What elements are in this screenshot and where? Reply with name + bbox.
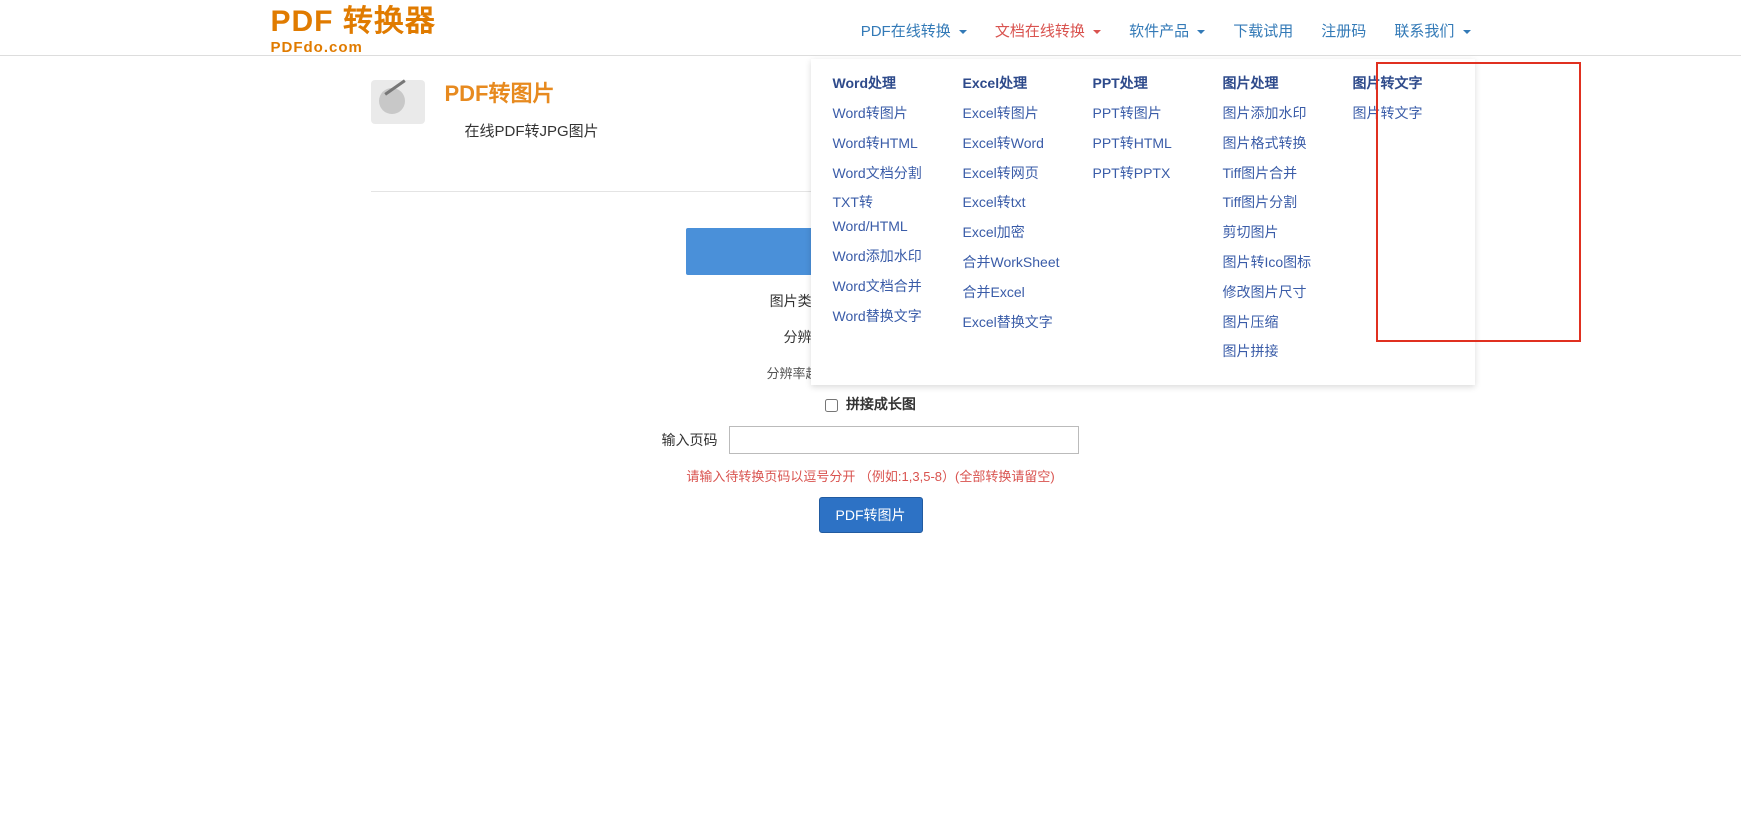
logo-main: PDF 转换器: [271, 6, 436, 38]
mega-link[interactable]: Word添加水印: [833, 242, 933, 272]
mega-link[interactable]: 图片拼接: [1223, 337, 1323, 367]
caret-down-icon: [959, 30, 967, 34]
mega-link[interactable]: Tiff图片分割: [1223, 188, 1323, 218]
nav-label: PDF在线转换: [861, 23, 951, 40]
nav-label: 联系我们: [1394, 23, 1454, 40]
mega-link[interactable]: 合并WorkSheet: [963, 248, 1063, 278]
convert-button[interactable]: PDF转图片: [819, 497, 923, 533]
mega-link[interactable]: 图片添加水印: [1223, 99, 1323, 129]
mega-link[interactable]: Word转图片: [833, 99, 933, 129]
stitch-checkbox-label[interactable]: 拼接成长图: [825, 396, 916, 412]
mega-link[interactable]: Word文档分割: [833, 159, 933, 189]
mega-link[interactable]: Excel替换文字: [963, 308, 1063, 338]
nav-doc-online[interactable]: 文档在线转换: [995, 6, 1101, 55]
mega-link[interactable]: Word转HTML: [833, 129, 933, 159]
mega-title: 图片处理: [1223, 73, 1323, 93]
logo[interactable]: PDF 转换器 PDFdo.com: [271, 6, 436, 55]
nav-contact[interactable]: 联系我们: [1394, 6, 1470, 55]
mega-link[interactable]: 修改图片尺寸: [1223, 278, 1323, 308]
mega-title: PPT处理: [1093, 73, 1193, 93]
stitch-label-text: 拼接成长图: [846, 396, 916, 412]
nav-label: 软件产品: [1129, 23, 1189, 40]
logo-sub: PDFdo.com: [271, 40, 363, 56]
mega-link[interactable]: Word文档合并: [833, 272, 933, 302]
nav-download[interactable]: 下载试用: [1233, 6, 1293, 55]
mega-link[interactable]: PPT转图片: [1093, 99, 1193, 129]
mega-link[interactable]: Excel转网页: [963, 159, 1063, 189]
page-subtitle: 在线PDF转JPG图片: [465, 120, 599, 141]
mega-col-excel: Excel处理 Excel转图片 Excel转Word Excel转网页 Exc…: [963, 73, 1063, 367]
mega-link[interactable]: PPT转HTML: [1093, 129, 1193, 159]
mega-title: 图片转文字: [1353, 73, 1453, 93]
stitch-checkbox[interactable]: [825, 399, 838, 412]
mega-col-ppt: PPT处理 PPT转图片 PPT转HTML PPT转PPTX: [1093, 73, 1193, 367]
mega-title: Excel处理: [963, 73, 1063, 93]
doc-online-dropdown: Word处理 Word转图片 Word转HTML Word文档分割 TXT转Wo…: [811, 59, 1475, 385]
mega-link[interactable]: TXT转Word/HTML: [833, 188, 933, 242]
nav-register[interactable]: 注册码: [1321, 6, 1366, 55]
page-title: PDF转图片: [445, 76, 599, 108]
nav-pdf-online[interactable]: PDF在线转换: [861, 6, 967, 55]
caret-down-icon: [1463, 30, 1471, 34]
mega-title: Word处理: [833, 73, 933, 93]
main-nav: PDF在线转换 文档在线转换 软件产品 下载试用 注册码 联系我们: [861, 6, 1471, 55]
mega-link[interactable]: Excel转Word: [963, 129, 1063, 159]
mega-col-word: Word处理 Word转图片 Word转HTML Word文档分割 TXT转Wo…: [833, 73, 933, 367]
nav-products[interactable]: 软件产品: [1129, 6, 1205, 55]
mega-link[interactable]: Tiff图片合并: [1223, 159, 1323, 189]
mega-link[interactable]: Excel转图片: [963, 99, 1063, 129]
mega-link[interactable]: 图片转Ico图标: [1223, 248, 1323, 278]
mega-col-image: 图片处理 图片添加水印 图片格式转换 Tiff图片合并 Tiff图片分割 剪切图…: [1223, 73, 1323, 367]
page-num-label: 输入页码: [662, 432, 718, 448]
page-num-input[interactable]: [729, 426, 1079, 454]
mega-link[interactable]: 图片格式转换: [1223, 129, 1323, 159]
caret-down-icon: [1093, 30, 1101, 34]
page-num-hint: 请输入待转换页码以逗号分开 （例如:1,3,5-8）(全部转换请留空): [371, 466, 1371, 485]
nav-label: 文档在线转换: [995, 23, 1085, 40]
caret-down-icon: [1197, 30, 1205, 34]
mega-col-ocr: 图片转文字 图片转文字: [1353, 73, 1453, 367]
mega-link[interactable]: 图片压缩: [1223, 308, 1323, 338]
mega-link[interactable]: 合并Excel: [963, 278, 1063, 308]
mega-link[interactable]: 剪切图片: [1223, 218, 1323, 248]
mega-link[interactable]: 图片转文字: [1353, 99, 1453, 129]
mega-link[interactable]: Excel加密: [963, 218, 1063, 248]
mega-link[interactable]: PPT转PPTX: [1093, 159, 1193, 189]
mega-link[interactable]: Word替换文字: [833, 302, 933, 332]
mega-link[interactable]: Excel转txt: [963, 188, 1063, 218]
tool-folder-icon: [371, 80, 425, 124]
